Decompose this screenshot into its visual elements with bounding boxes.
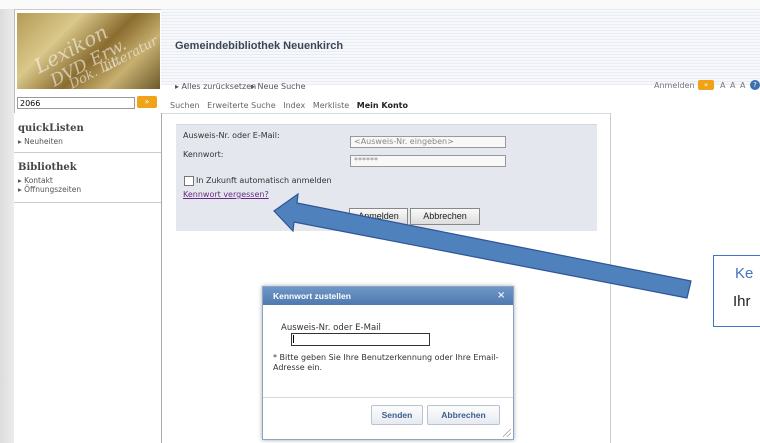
arrow-shape xyxy=(273,192,692,299)
annotation-arrow xyxy=(273,192,692,299)
